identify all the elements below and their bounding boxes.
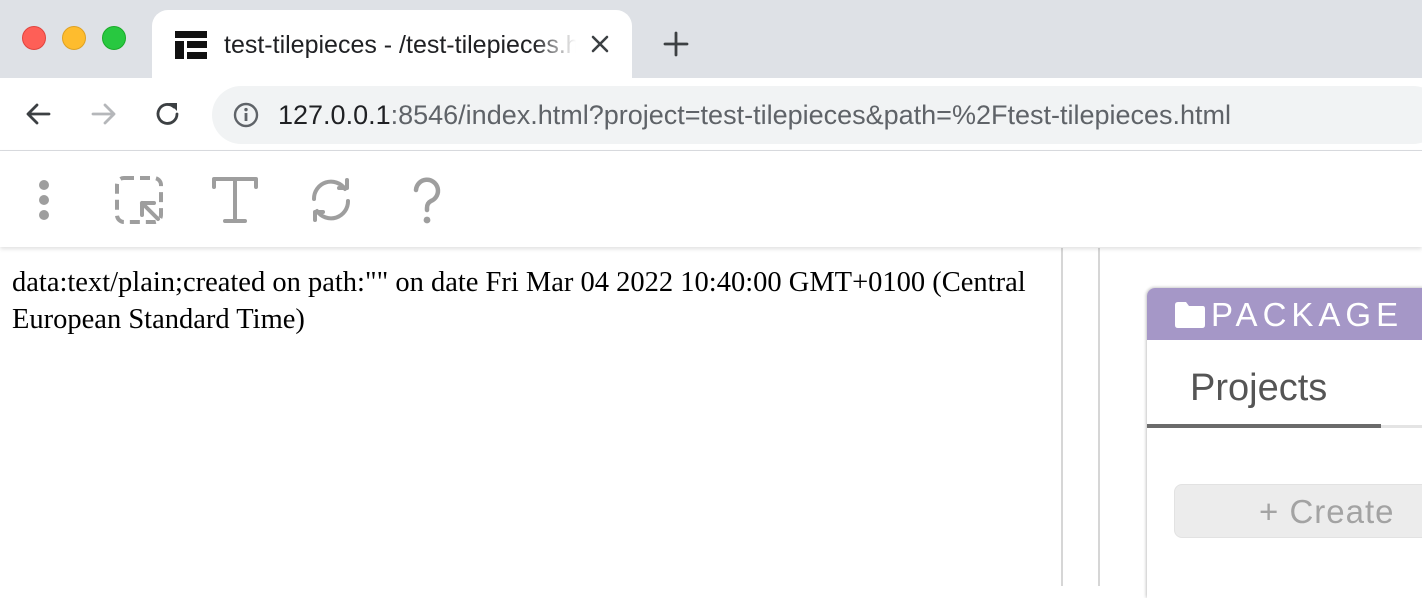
package-panel: PACKAGE Projects + Create [1147, 288, 1422, 598]
address-bar[interactable]: 127.0.0.1:8546/index.html?project=test-t… [212, 86, 1422, 144]
frame-splitter[interactable] [1061, 248, 1063, 586]
tab-bar-border [1381, 425, 1422, 428]
text-icon[interactable] [210, 175, 260, 225]
active-tab-indicator [1147, 424, 1381, 428]
browser-tab-strip: test-tilepieces - /test-tilepieces.html [0, 0, 1422, 78]
tab-projects-label: Projects [1190, 367, 1328, 409]
window-zoom-button[interactable] [102, 26, 126, 50]
package-panel-header[interactable]: PACKAGE [1147, 288, 1422, 340]
create-button-label: + Create [1259, 493, 1395, 530]
tab-title: test-tilepieces - /test-tilepieces.html [224, 31, 576, 59]
tab-projects[interactable]: Projects [1147, 358, 1381, 428]
address-url[interactable]: 127.0.0.1:8546/index.html?project=test-t… [278, 99, 1231, 131]
browser-toolbar: 127.0.0.1:8546/index.html?project=test-t… [0, 78, 1422, 151]
folder-icon [1175, 302, 1205, 328]
browser-tab-active[interactable]: test-tilepieces - /test-tilepieces.html [152, 10, 632, 78]
arrow-left-icon[interactable] [22, 98, 54, 130]
close-icon[interactable] [588, 32, 612, 56]
panel-splitter[interactable] [1098, 248, 1100, 586]
vertical-dots-icon[interactable] [20, 175, 70, 225]
create-button[interactable]: + Create [1174, 484, 1422, 538]
dashed-select-arrow-icon[interactable] [114, 175, 164, 225]
page-text: data:text/plain;created on path:"" on da… [12, 267, 1026, 335]
window-minimize-button[interactable] [62, 26, 86, 50]
window-close-button[interactable] [22, 26, 46, 50]
panel-title: PACKAGE [1211, 296, 1404, 333]
refresh-icon[interactable] [306, 175, 356, 225]
editor-toolbar [0, 151, 1422, 247]
url-host: 127.0.0.1 [278, 100, 391, 130]
tilepieces-logo-icon [175, 31, 207, 59]
arrow-right-icon[interactable] [88, 98, 120, 130]
url-path: :8546/index.html?project=test-tilepieces… [390, 100, 1232, 130]
question-mark-icon[interactable] [402, 175, 452, 225]
reload-icon[interactable] [152, 98, 184, 130]
info-circle-icon[interactable] [232, 101, 260, 129]
page-frame[interactable]: data:text/plain;created on path:"" on da… [0, 248, 1062, 586]
plus-icon[interactable] [662, 30, 690, 58]
